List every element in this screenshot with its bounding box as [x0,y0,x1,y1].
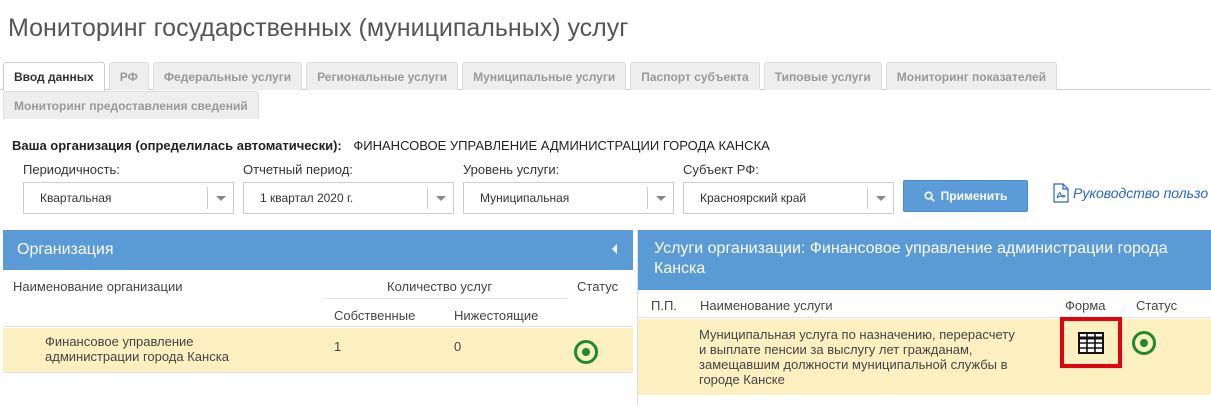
subject-filter: Субъект РФ: Красноярский край [683,162,894,214]
services-panel-title-line2: Канска [654,260,706,277]
service-level-label: Уровень услуги: [463,162,560,177]
tab-typical-services[interactable]: Типовые услуги [763,62,882,90]
services-panel: Услуги организации: Финансовое управлени… [637,230,1211,405]
table-header-divider [3,326,633,327]
org-name-header: Наименование организации [13,279,183,294]
period-filter: Отчетный период: 1 квартал 2020 г. [243,162,454,214]
form-header: Форма [1065,298,1106,313]
service-level-select[interactable]: Муниципальная [463,182,674,214]
organization-panel-header: Организация [3,230,633,270]
service-name-line2: и выплате пенсии за выслугу лет граждана… [699,342,973,357]
sub-services-count: 0 [454,339,462,354]
apply-button-label: Применить [940,189,1008,203]
header-divider [323,298,567,299]
chevron-down-icon[interactable] [427,187,453,209]
page-title: Мониторинг государственных (муниципальны… [8,14,629,42]
collapse-icon[interactable] [612,244,617,254]
tab-indicators-monitoring[interactable]: Мониторинг показателей [885,62,1058,90]
apply-button[interactable]: Применить [903,180,1028,212]
search-icon [924,190,935,202]
org-name-line1: Финансовое управление [45,334,194,349]
pdf-icon [1053,183,1069,203]
period-value: 1 квартал 2020 г. [260,191,354,205]
tab-bar: Ввод данных РФ Федеральные услуги Регион… [0,62,1211,91]
chevron-down-icon[interactable] [207,187,233,209]
chevron-down-icon[interactable] [867,187,893,209]
organization-label: Ваша организация (определилась автоматич… [12,138,342,153]
tab-municipal-services[interactable]: Муниципальные услуги [462,62,627,90]
sub-services-header: Нижестоящие [454,308,539,323]
service-name-line1: Муниципальная услуга по назначению, пере… [699,327,1015,342]
tab-rf[interactable]: РФ [108,62,149,90]
tab-bar-second-row: Мониторинг предоставления сведений [0,91,263,119]
services-panel-title-line1: Услуги организации: Финансовое управлени… [654,240,1168,257]
service-name-line4: городе Канске [699,372,785,387]
service-name-header: Наименование услуги [700,298,833,313]
organization-panel-title: Организация [17,241,114,258]
status-active-icon [1132,331,1156,355]
chevron-down-icon[interactable] [647,187,673,209]
period-label: Отчетный период: [243,162,353,177]
tab-info-provision-monitoring[interactable]: Мониторинг предоставления сведений [3,91,259,119]
service-level-value: Муниципальная [480,191,570,205]
periodicity-label: Периодичность: [23,162,120,177]
tab-subject-passport[interactable]: Паспорт субъекта [630,62,760,90]
own-services-count: 1 [334,339,342,354]
periodicity-select[interactable]: Квартальная [23,182,234,214]
tab-regional-services[interactable]: Региональные услуги [306,62,459,90]
user-manual-link[interactable]: Руководство пользо [1053,183,1208,203]
row-divider [3,372,633,373]
service-name-line3: замещавшим должности муниципальной служб… [699,357,1008,372]
user-manual-label: Руководство пользо [1073,185,1209,201]
subject-select[interactable]: Красноярский край [683,182,894,214]
periodicity-filter: Периодичность: Квартальная [23,162,234,214]
periodicity-value: Квартальная [40,191,112,205]
tab-data-entry[interactable]: Ввод данных [3,62,105,91]
table-row[interactable]: Финансовое управление администрации горо… [3,328,633,372]
organization-line: Ваша организация (определилась автоматич… [12,138,770,153]
service-level-filter: Уровень услуги: Муниципальная [463,162,674,214]
period-select[interactable]: 1 квартал 2020 г. [243,182,454,214]
table-icon [1078,331,1104,354]
service-status-header: Статус [1136,298,1178,313]
subject-label: Субъект РФ: [683,162,759,177]
tab-federal-services[interactable]: Федеральные услуги [152,62,303,90]
service-count-header: Количество услуг [387,279,493,294]
status-active-icon [574,340,598,364]
table-row[interactable]: Муниципальная услуга по назначению, пере… [638,319,1211,395]
own-services-header: Собственные [334,308,416,323]
org-status-header: Статус [577,279,619,294]
org-name-line2: администрации города Канска [45,349,229,364]
subject-value: Красноярский край [700,191,807,205]
organization-value: ФИНАНСОВОЕ УПРАВЛЕНИЕ АДМИНИСТРАЦИИ ГОРО… [353,138,770,153]
organization-panel: Организация Наименование организации Кол… [3,230,633,405]
services-panel-header: Услуги организации: Финансовое управлени… [638,230,1211,290]
table-header-divider [638,317,1211,318]
pp-header: П.П. [651,298,677,313]
form-button[interactable] [1060,317,1122,368]
